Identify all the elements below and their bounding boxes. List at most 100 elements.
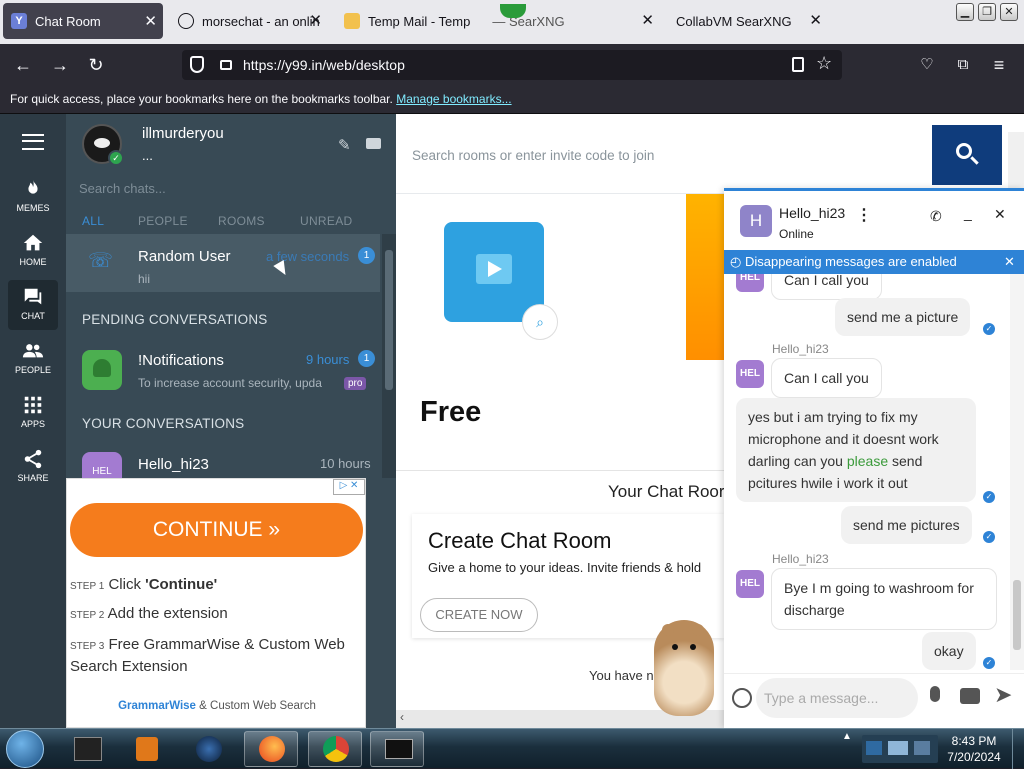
tab-temp-mail[interactable]: Temp Mail - Temp — SearXNG ✕ <box>336 2 662 40</box>
read-check-icon: ✓ <box>983 323 995 335</box>
home-icon <box>23 234 43 251</box>
forward-icon[interactable]: → <box>47 52 73 78</box>
emoji-icon[interactable] <box>732 688 752 708</box>
taskbar-terminal[interactable] <box>370 731 424 767</box>
network-icon[interactable] <box>866 741 882 755</box>
manage-bookmarks-link[interactable]: Manage bookmarks... <box>396 92 511 106</box>
monitor-icon[interactable] <box>888 741 908 755</box>
message-input[interactable]: Type a message... <box>756 678 918 718</box>
hamburger-icon[interactable] <box>22 134 44 150</box>
scroll-left-icon[interactable]: ‹ <box>400 710 404 724</box>
more-options-icon[interactable]: ⋮ <box>856 205 872 225</box>
sender-avatar: HEL <box>736 274 764 292</box>
zoom-icon: ⌕ <box>522 304 558 340</box>
start-button[interactable] <box>6 730 44 768</box>
taskbar-firefox[interactable] <box>244 731 298 767</box>
close-tab-icon[interactable]: ✕ <box>641 11 654 29</box>
message-bubble: Bye I m going to washroom for discharge <box>771 568 997 630</box>
rail-apps[interactable]: APPS <box>8 388 58 438</box>
hamster-sticker <box>648 620 720 720</box>
contact-avatar[interactable]: H <box>740 205 772 237</box>
shield-icon[interactable] <box>190 56 204 73</box>
scrollbar[interactable] <box>382 234 396 478</box>
profile-name[interactable]: illmurderyou <box>142 125 224 142</box>
volume-icon[interactable] <box>914 741 930 755</box>
conversation-notifications[interactable]: !Notifications To increase account secur… <box>66 336 380 394</box>
search-button[interactable] <box>932 125 1002 185</box>
ad-brand[interactable]: GrammarWise & Custom Web Search <box>67 700 367 712</box>
reader-view-icon[interactable] <box>792 57 804 72</box>
apps-icon <box>24 396 42 414</box>
close-window-button[interactable]: ✕ <box>1000 3 1018 21</box>
rail-home[interactable]: HOME <box>8 226 58 276</box>
menu-icon[interactable]: ≡ <box>986 52 1012 78</box>
url-bar[interactable]: https://y99.in/web/desktop ☆ <box>182 50 842 80</box>
filter-rooms[interactable]: ROOMS <box>218 214 265 228</box>
tray-expand-icon[interactable]: ▲ <box>842 731 854 767</box>
chat-scrollbar[interactable] <box>1010 274 1024 670</box>
ad-step-1: STEP 1 Click 'Continue' <box>70 576 217 593</box>
ad-choices-icon[interactable]: ▷ ✕ <box>333 479 365 495</box>
composer: Type a message... ➤ <box>724 673 1024 728</box>
contact-name[interactable]: Hello_hi23 <box>779 205 845 221</box>
minimize-window-button[interactable]: ▁ <box>956 3 974 21</box>
close-chat-icon[interactable]: ✕ <box>994 206 1006 223</box>
filter-all[interactable]: ALL <box>82 214 104 228</box>
close-tab-icon[interactable]: ✕ <box>144 12 157 30</box>
tab-label: CollabVM SearXNG <box>676 13 792 29</box>
new-chat-icon[interactable] <box>366 138 381 149</box>
restore-window-button[interactable]: ❐ <box>978 3 996 21</box>
tab-label: Temp Mail - Temp <box>368 13 471 29</box>
filter-people[interactable]: PEOPLE <box>138 214 188 228</box>
pending-conversations-heading: PENDING CONVERSATIONS <box>82 312 268 327</box>
call-icon[interactable]: ✆ <box>930 208 942 225</box>
message-bubble: okay <box>922 632 976 670</box>
clock[interactable]: 8:43 PM 7/20/2024 <box>942 733 1006 765</box>
extensions-icon[interactable]: ⧉ <box>950 52 976 78</box>
edit-pencil-icon[interactable]: ✎ <box>338 136 351 154</box>
minimize-chat-icon[interactable]: _ <box>964 205 972 221</box>
microphone-icon[interactable] <box>930 686 940 702</box>
continue-button[interactable]: CONTINUE » <box>70 503 363 557</box>
taskbar-chrome[interactable] <box>308 731 362 767</box>
room-search-input[interactable]: Search rooms or enter invite code to joi… <box>412 148 654 163</box>
rail-people[interactable]: PEOPLE <box>8 334 58 384</box>
bookmark-star-icon[interactable]: ☆ <box>816 53 832 74</box>
fire-icon <box>28 179 38 194</box>
banner-strip <box>686 194 726 360</box>
taskbar-app-1[interactable] <box>60 731 114 767</box>
show-desktop-button[interactable] <box>1012 729 1024 769</box>
send-icon[interactable]: ➤ <box>994 682 1012 708</box>
url-text[interactable]: https://y99.in/web/desktop <box>243 57 405 73</box>
tab-chat-room[interactable]: Y Chat Room ✕ <box>3 3 163 39</box>
taskbar-globe[interactable] <box>180 731 234 767</box>
taskbar-media-player[interactable] <box>120 731 174 767</box>
free-heading: Free <box>420 396 482 428</box>
reload-icon[interactable]: ↻ <box>83 52 109 78</box>
pocket-icon[interactable]: ♡ <box>914 52 940 78</box>
rail-share[interactable]: SHARE <box>8 442 58 492</box>
filter-unread[interactable]: UNREAD <box>300 214 352 228</box>
camera-icon[interactable] <box>960 688 980 704</box>
sender-avatar: HEL <box>736 570 764 598</box>
search-chats-input[interactable]: Search chats... <box>79 181 166 196</box>
ad-step-2: STEP 2 Add the extension <box>70 605 228 622</box>
message-highlight: please <box>846 453 889 469</box>
system-tray <box>862 735 938 763</box>
double-chevron-icon: » <box>268 518 281 541</box>
tab-morsechat[interactable]: morsechat - an onlin ✕ <box>170 2 328 40</box>
close-tab-icon[interactable]: ✕ <box>309 11 322 29</box>
rail-chat[interactable]: CHAT <box>8 280 58 330</box>
back-icon[interactable]: ← <box>10 52 36 78</box>
close-tab-icon[interactable]: ✕ <box>809 11 822 29</box>
avatar[interactable]: ✓ <box>82 124 124 166</box>
conversation-random-user[interactable]: ☏ Random User hii a few seconds 1 <box>66 234 380 292</box>
lock-icon[interactable] <box>220 60 232 70</box>
rail-memes[interactable]: MEMES <box>8 172 58 222</box>
conversation-hello-hi23[interactable]: HEL Hello_hi23 10 hours <box>66 442 380 478</box>
tab-collabvm[interactable]: CollabVM SearXNG ✕ <box>668 2 828 40</box>
close-notice-icon[interactable]: ✕ <box>1004 250 1015 274</box>
rail-label: MEMES <box>16 203 50 213</box>
create-now-button[interactable]: CREATE NOW <box>420 598 538 632</box>
message-bubble: yes but i am trying to fix my microphone… <box>736 398 976 502</box>
